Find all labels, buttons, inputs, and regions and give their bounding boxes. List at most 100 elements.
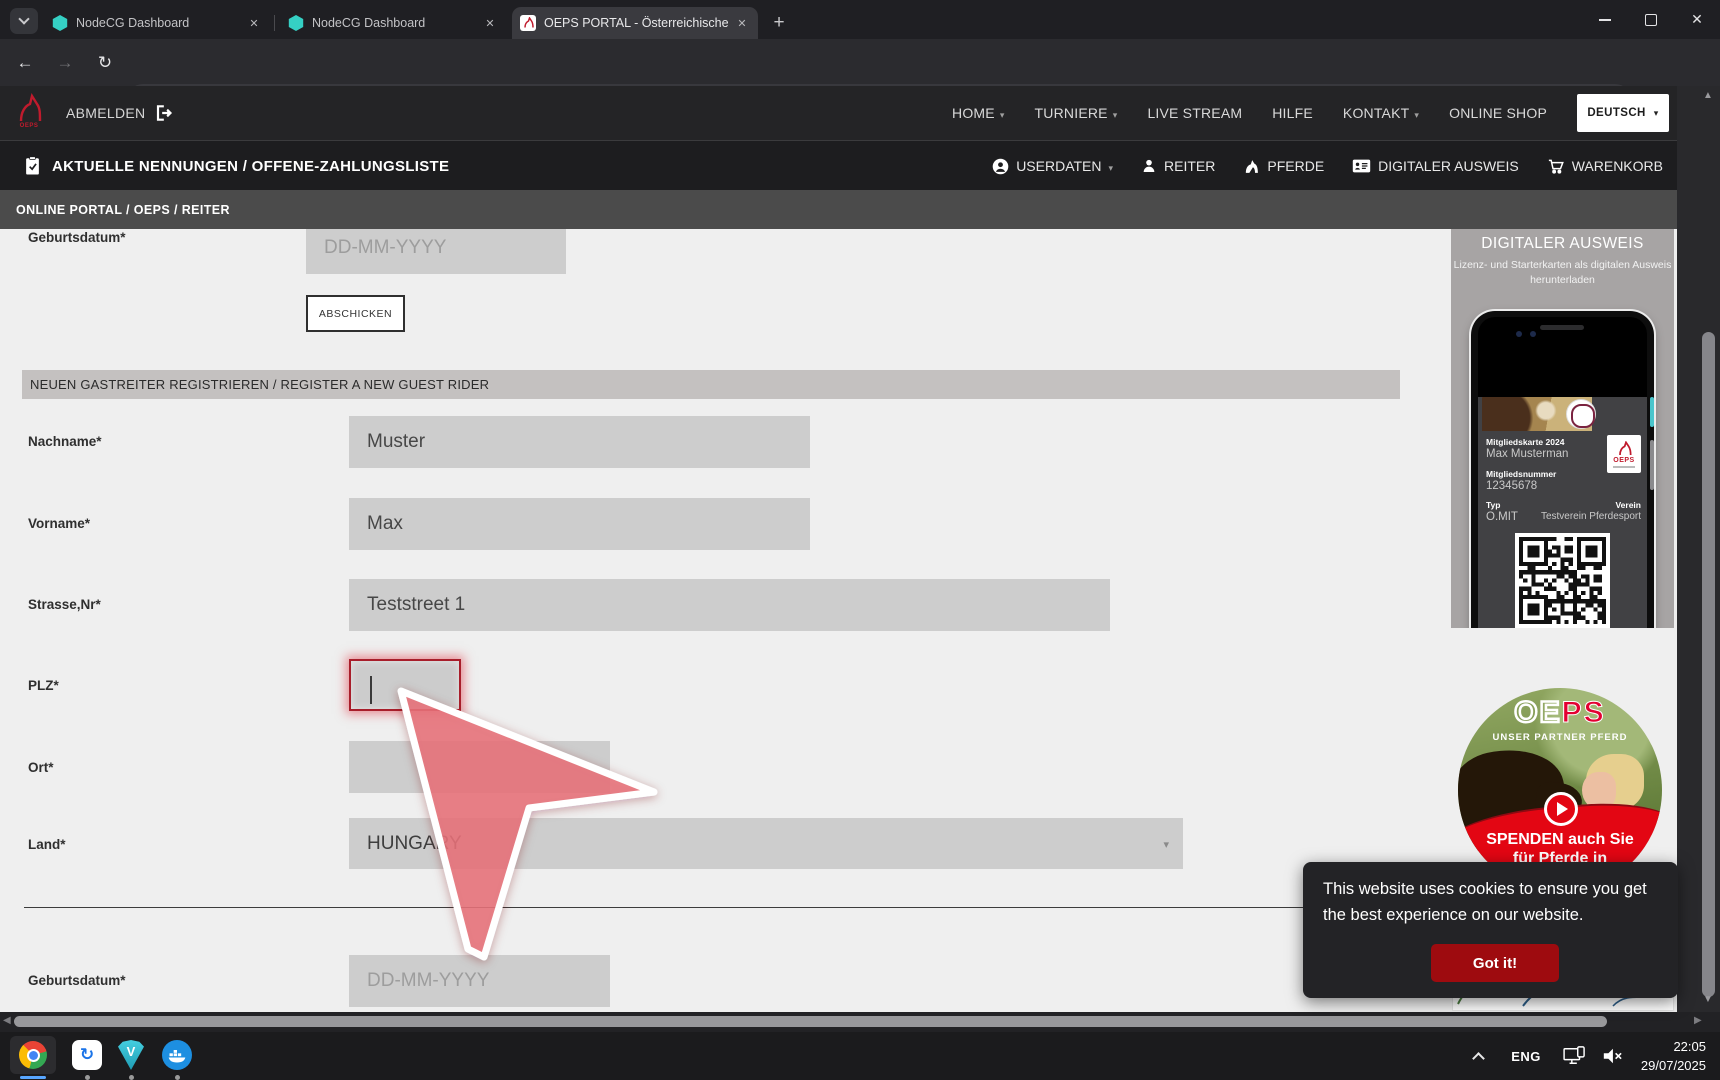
taskbar-docker-icon[interactable] [162, 1040, 192, 1070]
tab-title: NodeCG Dashboard [312, 16, 482, 30]
strasse-input[interactable] [349, 579, 1110, 631]
running-app-dot [85, 1075, 90, 1080]
chevron-down-icon [1414, 105, 1419, 121]
chrome-logo-icon [19, 1041, 47, 1069]
logout-link[interactable]: ABMELDEN [66, 86, 173, 140]
running-app-dot [129, 1075, 134, 1080]
user-circle-icon [992, 158, 1009, 175]
menu-kontakt[interactable]: KONTAKT [1343, 105, 1419, 121]
phone-speaker [1540, 325, 1584, 330]
forward-button[interactable]: → [52, 50, 78, 76]
volume-muted-icon[interactable] [1601, 1046, 1623, 1066]
close-button[interactable] [1674, 0, 1720, 39]
field-label: Nachname* [28, 434, 102, 449]
taskbar-sync-app-icon[interactable] [72, 1040, 102, 1070]
chevron-down-icon [1113, 105, 1118, 121]
play-button-icon[interactable] [1544, 792, 1578, 826]
card-typ-label: Typ [1486, 500, 1500, 510]
taskbar-vpn-shield-icon[interactable]: V [118, 1040, 144, 1070]
network-icon[interactable] [1563, 1046, 1587, 1066]
field-label: Vorname* [28, 516, 90, 531]
field-label: Geburtsdatum* [28, 973, 126, 988]
menu-livestream[interactable]: LIVE STREAM [1147, 105, 1242, 121]
restore-button[interactable] [1628, 0, 1674, 39]
scroll-left-icon[interactable]: ◀ [3, 1015, 11, 1026]
card-number: 12345678 [1486, 480, 1537, 492]
oeps-favicon [520, 15, 536, 31]
menu-pferde[interactable]: PFERDE [1243, 158, 1324, 175]
tab-close-icon[interactable] [482, 15, 498, 31]
active-app-indicator [20, 1076, 46, 1079]
language-selector[interactable]: DEUTSCH [1577, 94, 1669, 132]
taskbar: V ENG 22:05 29/07/2025 [0, 1032, 1720, 1080]
vorname-input[interactable] [349, 498, 810, 550]
field-label: Land* [28, 837, 66, 852]
menu-userdaten[interactable]: USERDATEN [992, 158, 1113, 175]
browser-tab-1[interactable]: NodeCG Dashboard [44, 7, 270, 39]
minimize-button[interactable] [1582, 0, 1628, 39]
horizontal-scrollbar[interactable]: ◀ ▶ [0, 1012, 1720, 1032]
menu-turniere[interactable]: TURNIERE [1035, 105, 1118, 121]
cookie-accept-button[interactable]: Got it! [1431, 944, 1559, 982]
tab-close-icon[interactable] [734, 15, 750, 31]
tab-search-button[interactable] [10, 8, 38, 34]
panel-title: DIGITALER AUSWEIS [1451, 235, 1674, 253]
plz-input[interactable] [349, 659, 461, 711]
card-number-label: Mitgliedsnummer [1486, 469, 1556, 479]
scroll-right-icon[interactable]: ▶ [1694, 1015, 1702, 1026]
menu-warenkorb[interactable]: WARENKORB [1547, 157, 1663, 175]
cookie-message: This website uses cookies to ensure you … [1323, 877, 1659, 928]
vertical-scrollbar[interactable]: ▲ ▼ [1677, 86, 1720, 1012]
menu-onlineshop[interactable]: ONLINE SHOP [1449, 105, 1547, 121]
nachname-input[interactable] [349, 416, 810, 468]
geburtsdatum-input-top[interactable] [306, 222, 566, 274]
user-icon [1141, 158, 1157, 174]
membership-card: Mitgliedskarte 2024 Max Musterman OEPS M… [1478, 397, 1647, 628]
horizontal-scroll-thumb[interactable] [14, 1016, 1607, 1027]
menu-home[interactable]: HOME [952, 105, 1005, 121]
tab-title: NodeCG Dashboard [76, 16, 246, 30]
menu-reiter[interactable]: REITER [1141, 158, 1215, 174]
abschicken-button[interactable]: ABSCHICKEN [306, 295, 405, 332]
nodecg-favicon [52, 15, 68, 31]
taskbar-clock[interactable]: 22:05 29/07/2025 [1641, 1037, 1706, 1076]
browser-tab-2[interactable]: NodeCG Dashboard [280, 7, 506, 39]
tab-close-icon[interactable] [246, 15, 262, 31]
user-menu: USERDATEN REITER PFERDE DIGITALER AUSWEI… [992, 141, 1663, 191]
cookie-banner: This website uses cookies to ensure you … [1303, 862, 1678, 998]
browser-tab-active[interactable]: OEPS PORTAL - Österreichische [512, 7, 758, 39]
section-header: NEUEN GASTREITER REGISTRIEREN / REGISTER… [22, 370, 1400, 399]
land-select[interactable]: HUNGARY [349, 818, 1183, 869]
tray-expand-icon[interactable] [1472, 1052, 1485, 1065]
taskbar-chrome-icon[interactable] [10, 1036, 56, 1074]
chevron-down-icon [1109, 158, 1114, 174]
clock-time: 22:05 [1641, 1037, 1706, 1057]
ort-input[interactable] [349, 741, 610, 793]
ad-tagline: UNSER PARTNER PFERD [1458, 732, 1662, 743]
geburtsdatum-input-bottom[interactable] [349, 955, 610, 1007]
field-label: Strasse,Nr* [28, 597, 101, 612]
reload-button[interactable]: ↻ [92, 50, 118, 76]
vertical-scroll-thumb[interactable] [1702, 332, 1715, 997]
tab-divider [274, 15, 275, 31]
running-app-dot [175, 1075, 180, 1080]
oeps-logo[interactable]: OEPS [12, 91, 46, 135]
clipboard-check-icon [24, 156, 41, 176]
keyboard-language[interactable]: ENG [1511, 1049, 1541, 1064]
card-verein-value: Testverein Pferdesport [1541, 511, 1641, 522]
id-card-icon [1352, 158, 1371, 174]
scroll-down-icon[interactable]: ▼ [1703, 994, 1713, 1005]
chevron-down-icon [1163, 835, 1183, 853]
chevron-down-icon [1654, 107, 1659, 119]
scroll-up-icon[interactable]: ▲ [1703, 90, 1713, 101]
phone-mockup: Mitgliedskarte 2024 Max Musterman OEPS M… [1471, 311, 1654, 628]
menu-hilfe[interactable]: HILFE [1272, 105, 1313, 121]
back-button[interactable]: ← [12, 50, 38, 76]
new-tab-button[interactable] [766, 10, 792, 36]
field-label: Ort* [28, 760, 54, 775]
breadcrumb: ONLINE PORTAL / OEPS / REITER [0, 190, 1677, 229]
phone-camera-dot [1530, 331, 1536, 337]
text-caret [370, 676, 372, 704]
menu-digitaler-ausweis[interactable]: DIGITALER AUSWEIS [1352, 158, 1519, 174]
site-navbar: OEPS ABMELDEN HOME TURNIERE LIVE STREAM … [0, 86, 1695, 140]
